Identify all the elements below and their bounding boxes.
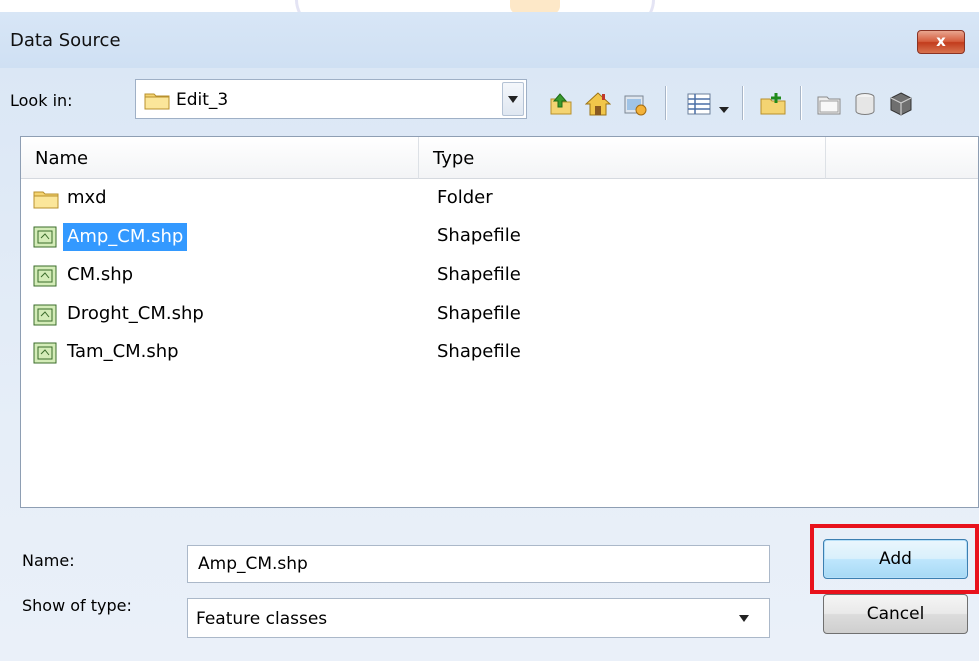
list-item[interactable]: Amp_CM.shp Shapefile — [21, 219, 978, 255]
list-item[interactable]: CM.shp Shapefile — [21, 258, 978, 294]
shapefile-icon — [33, 304, 57, 330]
list-item-type: Shapefile — [437, 303, 521, 324]
shapefile-icon — [33, 226, 57, 252]
list-item-type: Folder — [437, 187, 493, 208]
list-item-name: CM.shp — [67, 264, 134, 285]
show-of-type-dropdown[interactable]: Feature classes — [187, 598, 770, 638]
chevron-down-icon — [508, 96, 518, 103]
list-item-type: Shapefile — [437, 225, 521, 246]
list-item-name: Tam_CM.shp — [67, 341, 179, 362]
folder-icon — [33, 188, 59, 214]
shapefile-icon — [33, 265, 57, 291]
show-of-type-value: Feature classes — [196, 609, 328, 629]
name-input[interactable] — [187, 545, 770, 583]
list-item-name: Amp_CM.shp — [63, 223, 188, 251]
list-item-name: mxd — [67, 187, 107, 208]
dialog-title: Data Source — [10, 30, 121, 51]
look-in-dropdown[interactable]: Edit_3 — [135, 79, 527, 119]
file-list[interactable]: Name Type mxd Folder Amp_CM.shp Shapefil… — [20, 136, 979, 508]
look-in-dropdown-arrow[interactable] — [502, 82, 524, 116]
list-item-name: Droght_CM.shp — [67, 303, 204, 324]
toolbar-separator — [665, 86, 667, 120]
view-menu-icon[interactable] — [686, 91, 712, 117]
column-header-name[interactable]: Name — [21, 137, 419, 179]
new-file-geodatabase-icon[interactable] — [816, 91, 842, 117]
up-one-level-icon[interactable] — [547, 91, 573, 117]
column-header-type[interactable]: Type — [419, 137, 826, 179]
toolbar-separator — [800, 86, 802, 120]
view-menu-dropdown-arrow[interactable] — [718, 100, 730, 113]
show-of-type-label: Show of type: — [22, 596, 132, 615]
list-item-type: Shapefile — [437, 341, 521, 362]
shapefile-icon — [33, 342, 57, 368]
toolbar-separator — [742, 86, 744, 120]
close-button[interactable]: x — [917, 30, 965, 54]
home-icon[interactable] — [584, 91, 612, 117]
new-personal-geodatabase-icon[interactable] — [852, 91, 878, 117]
chevron-down-icon[interactable] — [739, 615, 749, 622]
list-item[interactable]: mxd Folder — [21, 181, 978, 217]
look-in-value: Edit_3 — [176, 90, 229, 110]
connect-folder-icon[interactable] — [622, 91, 648, 117]
list-item[interactable]: Droght_CM.shp Shapefile — [21, 297, 978, 333]
add-button-highlight — [810, 524, 979, 594]
look-in-label: Look in: — [10, 91, 73, 110]
name-label: Name: — [22, 551, 75, 570]
new-folder-icon[interactable] — [760, 91, 786, 117]
folder-icon — [144, 90, 170, 114]
new-database-connection-icon[interactable] — [888, 91, 914, 117]
title-bar: Data Source x — [0, 12, 979, 58]
list-item-type: Shapefile — [437, 264, 521, 285]
column-header-empty — [826, 137, 978, 179]
cancel-button[interactable]: Cancel — [823, 594, 968, 634]
data-source-dialog: Data Source x Look in: Edit_3 Name Type … — [0, 12, 979, 661]
list-item[interactable]: Tam_CM.shp Shapefile — [21, 335, 978, 371]
